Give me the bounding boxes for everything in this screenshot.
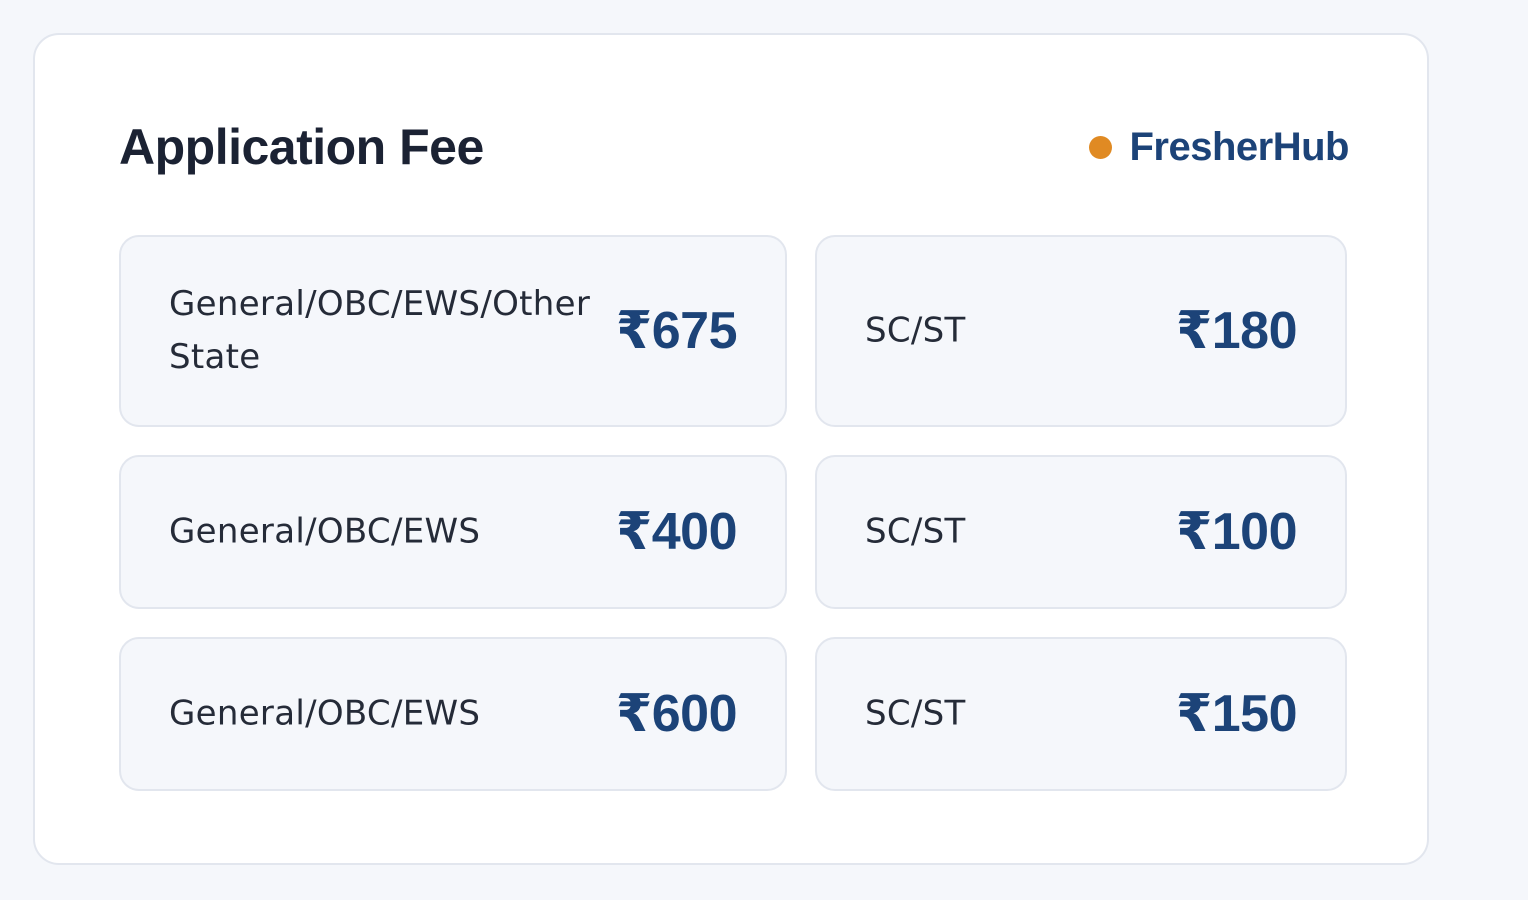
fee-item: General/OBC/EWS ₹600: [119, 637, 787, 791]
card-title: Application Fee: [119, 119, 484, 175]
fee-amount: ₹600: [616, 685, 737, 743]
fee-amount: ₹150: [1176, 685, 1297, 743]
fee-category: General/OBC/EWS: [169, 511, 481, 552]
fee-amount: ₹400: [616, 503, 737, 561]
brand-dot-icon: [1088, 135, 1112, 159]
fee-category: SC/ST: [865, 511, 966, 552]
fee-amount: ₹100: [1176, 503, 1297, 561]
fee-item: SC/ST ₹180: [815, 235, 1347, 427]
brand-badge: FresherHub: [1088, 117, 1350, 177]
fee-item: General/OBC/EWS/Other State ₹675: [119, 235, 787, 427]
fee-item: SC/ST ₹150: [815, 637, 1347, 791]
fee-category: General/OBC/EWS/Other State: [169, 284, 591, 377]
fee-category: SC/ST: [865, 693, 966, 734]
fee-category: General/OBC/EWS: [169, 693, 481, 734]
application-fee-card: Application Fee FresherHub General/OBC/E…: [33, 33, 1429, 865]
fee-amount: ₹180: [1176, 302, 1297, 360]
card-header: Application Fee FresherHub: [119, 117, 1349, 177]
fee-item: General/OBC/EWS ₹400: [119, 455, 787, 609]
fee-category: SC/ST: [865, 310, 966, 351]
brand-name: FresherHub: [1129, 125, 1350, 169]
fee-amount: ₹675: [616, 302, 737, 360]
fee-item: SC/ST ₹100: [815, 455, 1347, 609]
